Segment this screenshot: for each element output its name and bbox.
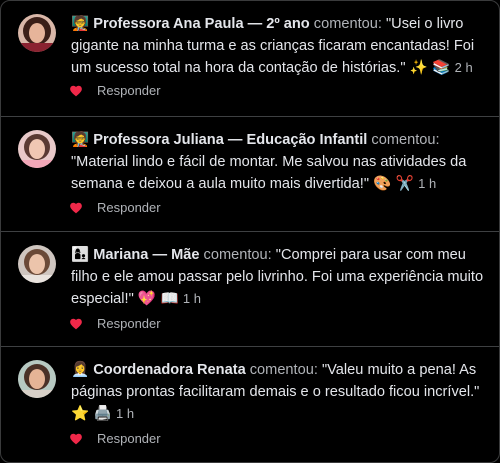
comment-author[interactable]: Professora Juliana — Educação Infantil xyxy=(93,132,367,148)
comment-text: 👩‍👦 Mariana — Mãe comentou: "Comprei par… xyxy=(71,244,489,310)
comment-author[interactable]: Professora Ana Paula — 2º ano xyxy=(93,16,309,32)
heart-book-icon: 💖 📖 xyxy=(137,290,179,307)
comments-panel: 🧑‍🏫 Professora Ana Paula — 2º ano coment… xyxy=(0,0,500,463)
reply-button[interactable]: Responder xyxy=(97,200,161,215)
sparkles-books-icon: ✨ 📚 xyxy=(409,59,451,76)
palette-scissors-icon: 🎨 ✂️ xyxy=(373,175,415,192)
avatar[interactable] xyxy=(18,130,56,168)
office-worker-icon: 👩‍💼 xyxy=(71,361,90,378)
comment-verb: comentou: xyxy=(249,362,318,378)
comment-verb: comentou: xyxy=(203,247,272,263)
heart-icon[interactable] xyxy=(69,201,83,215)
comment-actions: Responder xyxy=(69,200,161,215)
comment-item: 👩‍💼 Coordenadora Renata comentou: "Valeu… xyxy=(1,346,499,461)
teacher-icon: 🧑‍🏫 xyxy=(71,131,90,148)
reply-button[interactable]: Responder xyxy=(97,83,161,98)
comment-text: 👩‍💼 Coordenadora Renata comentou: "Valeu… xyxy=(71,359,489,425)
reply-button[interactable]: Responder xyxy=(97,431,161,446)
comment-actions: Responder xyxy=(69,316,161,331)
comment-timestamp[interactable]: 2 h xyxy=(455,60,473,75)
comment-actions: Responder xyxy=(69,431,161,446)
mother-child-icon: 👩‍👦 xyxy=(71,246,90,263)
heart-icon[interactable] xyxy=(69,84,83,98)
avatar[interactable] xyxy=(18,14,56,52)
avatar[interactable] xyxy=(18,360,56,398)
comment-timestamp[interactable]: 1 h xyxy=(116,406,134,421)
comment-item: 🧑‍🏫 Professora Ana Paula — 2º ano coment… xyxy=(1,1,499,116)
comment-author[interactable]: Mariana — Mãe xyxy=(93,247,199,263)
comment-verb: comentou: xyxy=(313,16,382,32)
comment-text: 🧑‍🏫 Professora Juliana — Educação Infant… xyxy=(71,129,489,195)
star-printer-icon: ⭐ 🖨️ xyxy=(71,405,112,422)
avatar[interactable] xyxy=(18,245,56,283)
reply-button[interactable]: Responder xyxy=(97,316,161,331)
comment-author[interactable]: Coordenadora Renata xyxy=(93,362,245,378)
heart-icon[interactable] xyxy=(69,317,83,331)
comment-verb: comentou: xyxy=(371,132,440,148)
comment-item: 👩‍👦 Mariana — Mãe comentou: "Comprei par… xyxy=(1,231,499,346)
comment-timestamp[interactable]: 1 h xyxy=(418,176,436,191)
heart-icon[interactable] xyxy=(69,432,83,446)
comment-timestamp[interactable]: 1 h xyxy=(183,291,201,306)
comment-item: 🧑‍🏫 Professora Juliana — Educação Infant… xyxy=(1,116,499,231)
comment-actions: Responder xyxy=(69,83,161,98)
comment-text: 🧑‍🏫 Professora Ana Paula — 2º ano coment… xyxy=(71,13,489,79)
teacher-icon: 🧑‍🏫 xyxy=(71,15,90,32)
